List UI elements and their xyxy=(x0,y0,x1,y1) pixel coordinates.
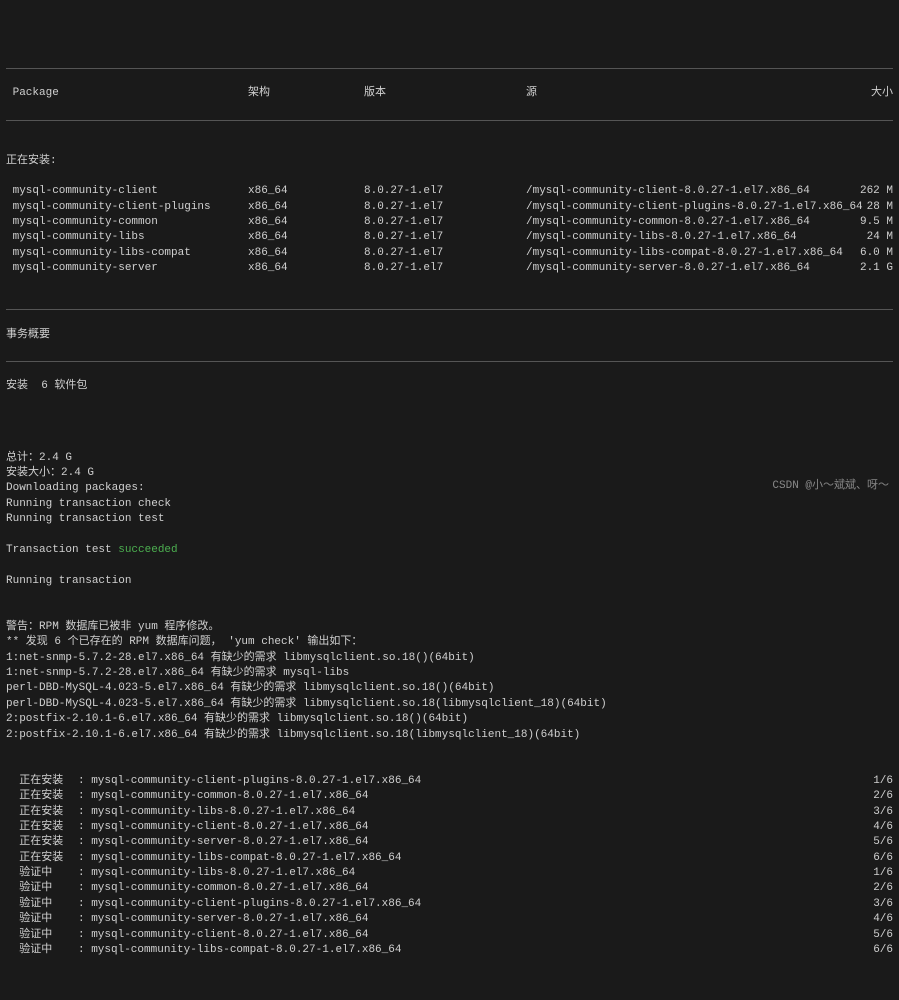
header-size: 大小 xyxy=(856,86,893,101)
progress-row: 验证中: mysql-community-libs-compat-8.0.27-… xyxy=(6,943,893,958)
table-header: Package 架构 版本 源 大小 xyxy=(6,86,893,101)
table-row: mysql-community-clientx86_648.0.27-1.el7… xyxy=(6,184,893,199)
total-line: 安装大小：2.4 G xyxy=(6,466,893,481)
warning-line: perl-DBD-MySQL-4.023-5.el7.x86_64 有缺少的需求… xyxy=(6,681,893,696)
progress-row: 正在安装: mysql-community-client-8.0.27-1.el… xyxy=(6,820,893,835)
total-line: Downloading packages: xyxy=(6,481,893,496)
header-version: 版本 xyxy=(364,86,526,101)
warning-line: 2:postfix-2.10.1-6.el7.x86_64 有缺少的需求 lib… xyxy=(6,728,893,743)
running-transaction: Running transaction xyxy=(6,574,893,589)
progress-row: 正在安装: mysql-community-server-8.0.27-1.el… xyxy=(6,835,893,850)
transaction-test-line: Transaction test succeeded xyxy=(6,543,893,558)
warning-line: 1:net-snmp-5.7.2-28.el7.x86_64 有缺少的需求 li… xyxy=(6,651,893,666)
table-row: mysql-community-libs-compatx86_648.0.27-… xyxy=(6,246,893,261)
watermark: CSDN @小～斌斌、呀～ xyxy=(772,479,889,494)
progress-row: 正在安装: mysql-community-libs-compat-8.0.27… xyxy=(6,851,893,866)
total-line: Running transaction test xyxy=(6,512,893,527)
warning-line: 警告：RPM 数据库已被非 yum 程序修改。 xyxy=(6,620,893,635)
total-line: 总计：2.4 G xyxy=(6,451,893,466)
progress-row: 正在安装: mysql-community-common-8.0.27-1.el… xyxy=(6,789,893,804)
package-table: mysql-community-clientx86_648.0.27-1.el7… xyxy=(6,184,893,276)
warning-line: ** 发现 6 个已存在的 RPM 数据库问题， 'yum check' 输出如… xyxy=(6,635,893,650)
table-row: mysql-community-client-pluginsx86_648.0.… xyxy=(6,200,893,215)
progress-row: 正在安装: mysql-community-libs-8.0.27-1.el7.… xyxy=(6,805,893,820)
progress-row: 验证中: mysql-community-client-plugins-8.0.… xyxy=(6,897,893,912)
section-install-label: 正在安装: xyxy=(6,154,893,169)
warnings-block: 警告：RPM 数据库已被非 yum 程序修改。** 发现 6 个已存在的 RPM… xyxy=(6,620,893,743)
summary-line: 安装 6 软件包 xyxy=(6,379,893,394)
total-line: Running transaction check xyxy=(6,497,893,512)
progress-row: 验证中: mysql-community-libs-8.0.27-1.el7.x… xyxy=(6,866,893,881)
progress-row: 验证中: mysql-community-common-8.0.27-1.el7… xyxy=(6,881,893,896)
header-repo: 源 xyxy=(526,86,856,101)
progress-row: 验证中: mysql-community-client-8.0.27-1.el7… xyxy=(6,928,893,943)
succeeded-word: succeeded xyxy=(118,544,177,556)
header-package: Package xyxy=(6,86,248,101)
progress-block: 正在安装: mysql-community-client-plugins-8.0… xyxy=(6,774,893,959)
warning-line: 2:postfix-2.10.1-6.el7.x86_64 有缺少的需求 lib… xyxy=(6,712,893,727)
progress-row: 正在安装: mysql-community-client-plugins-8.0… xyxy=(6,774,893,789)
header-arch: 架构 xyxy=(248,86,364,101)
totals-block: 总计：2.4 G安装大小：2.4 GDownloading packages:R… xyxy=(6,451,893,528)
warning-line: 1:net-snmp-5.7.2-28.el7.x86_64 有缺少的需求 my… xyxy=(6,666,893,681)
warning-line: perl-DBD-MySQL-4.023-5.el7.x86_64 有缺少的需求… xyxy=(6,697,893,712)
summary-title: 事务概要 xyxy=(6,328,893,343)
progress-row: 验证中: mysql-community-server-8.0.27-1.el7… xyxy=(6,912,893,927)
table-row: mysql-community-serverx86_648.0.27-1.el7… xyxy=(6,261,893,276)
table-row: mysql-community-libsx86_648.0.27-1.el7/m… xyxy=(6,230,893,245)
table-row: mysql-community-commonx86_648.0.27-1.el7… xyxy=(6,215,893,230)
